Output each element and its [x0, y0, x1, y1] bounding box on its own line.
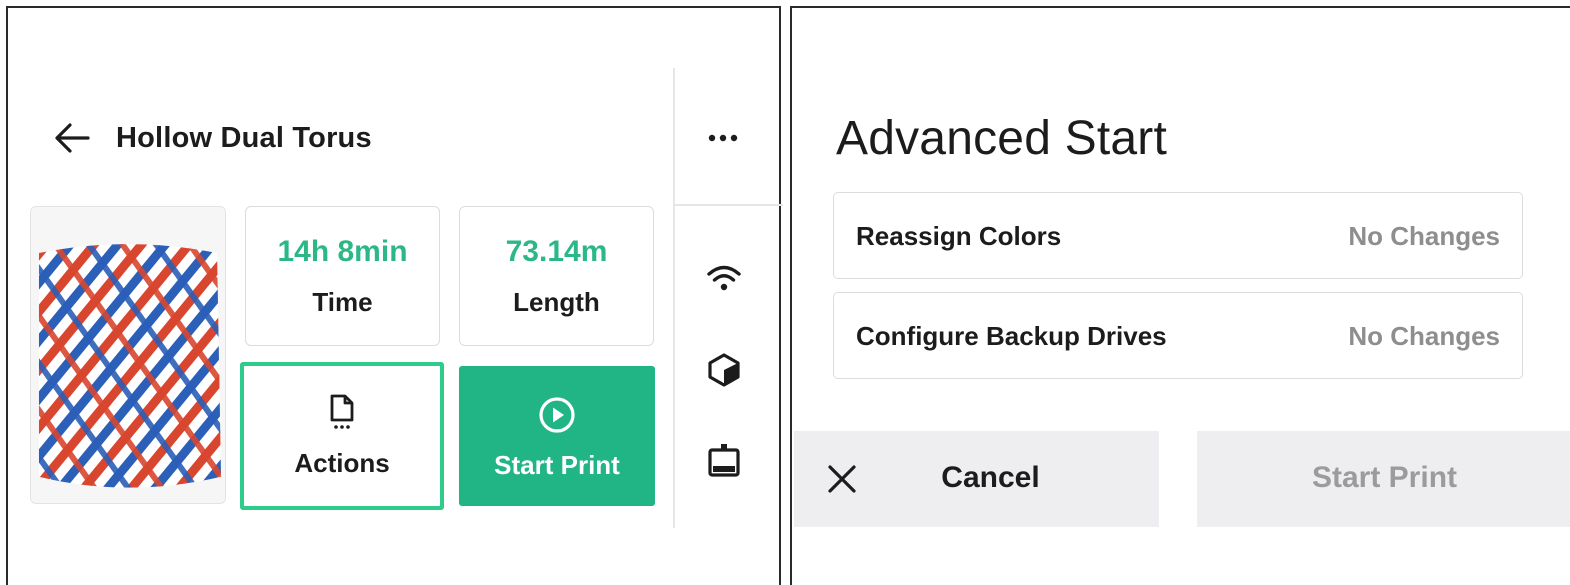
actions-label: Actions [294, 448, 390, 478]
more-options-icon[interactable] [698, 118, 748, 158]
start-print-disabled-label: Start Print [1311, 461, 1458, 494]
drive-icon[interactable] [704, 440, 744, 480]
cancel-button[interactable]: Cancel [794, 431, 1159, 527]
file-icon [244, 394, 440, 434]
time-label: Time [312, 287, 373, 317]
backup-drives-label: Configure Backup Drives [856, 321, 1167, 351]
start-print-button[interactable]: Start Print [459, 366, 655, 506]
reassign-colors-row[interactable]: Reassign Colors No Changes [833, 192, 1523, 279]
play-circle-icon [459, 396, 655, 436]
length-stat-card: 73.14m Length [459, 206, 654, 346]
model-thumbnail [30, 206, 226, 504]
start-print-label: Start Print [494, 450, 620, 480]
time-stat-card: 14h 8min Time [245, 206, 440, 346]
backup-drives-value: No Changes [1348, 321, 1500, 351]
advanced-start-title: Advanced Start [836, 112, 1167, 165]
reassign-colors-value: No Changes [1348, 221, 1500, 251]
job-title: Hollow Dual Torus [116, 122, 372, 154]
actions-button[interactable]: Actions [240, 362, 444, 510]
backup-drives-row[interactable]: Configure Backup Drives No Changes [833, 292, 1523, 379]
length-value: 73.14m [505, 235, 608, 268]
print-job-panel: Hollow Dual Torus 14h 8min Time 73.14m L… [6, 6, 783, 585]
advanced-start-panel: Advanced Start Reassign Colors No Change… [790, 6, 1570, 585]
back-arrow-icon[interactable] [52, 120, 92, 156]
start-print-disabled-button[interactable]: Start Print [1197, 431, 1570, 527]
cancel-label: Cancel [941, 461, 1040, 494]
wifi-icon[interactable] [704, 258, 744, 298]
material-cube-icon[interactable] [704, 350, 744, 390]
horizontal-divider [675, 204, 783, 206]
length-label: Length [513, 287, 600, 317]
vertical-divider [673, 68, 675, 528]
time-value: 14h 8min [277, 235, 408, 268]
reassign-colors-label: Reassign Colors [856, 221, 1062, 251]
